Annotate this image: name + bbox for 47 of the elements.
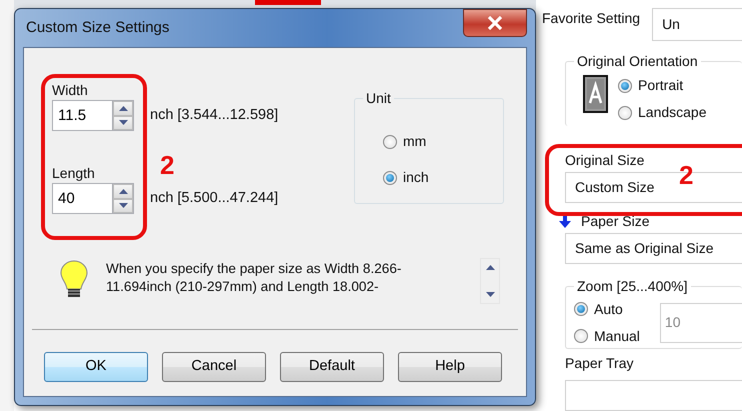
dropdown-field[interactable]: Un <box>652 8 742 41</box>
dialog-button[interactable]: Help <box>398 352 502 382</box>
dialog-button[interactable]: OK <box>44 352 148 382</box>
radio-label: Landscape <box>638 103 707 122</box>
dialog-button[interactable]: Default <box>280 352 384 382</box>
radio-label: Manual <box>594 326 640 346</box>
field-label: Paper Tray <box>565 354 634 373</box>
close-icon <box>487 16 503 30</box>
up-arrow-icon <box>486 265 494 270</box>
down-arrow-icon <box>486 292 494 297</box>
dropdown-field[interactable] <box>565 380 742 411</box>
field-label: Original Size <box>565 150 646 170</box>
number-field[interactable]: 40 <box>52 183 112 214</box>
light-bulb-icon <box>60 260 88 300</box>
close-button[interactable] <box>463 9 527 37</box>
field-label: Length <box>52 164 95 183</box>
dialog-title: Custom Size Settings <box>25 18 170 38</box>
down-arrow-icon <box>559 214 571 228</box>
portrait-page-icon <box>583 75 608 114</box>
dropdown-field[interactable]: Same as Original Size <box>565 232 742 264</box>
radio-label: Portrait <box>638 76 684 96</box>
down-arrow-icon <box>118 120 128 126</box>
radio-label: Auto <box>594 300 623 319</box>
spin-up-button[interactable] <box>113 101 133 116</box>
radio-label: inch <box>403 168 429 187</box>
up-arrow-icon <box>118 106 128 111</box>
radio-button[interactable] <box>618 106 632 120</box>
spin-down-button[interactable] <box>113 198 133 213</box>
field-label: Width <box>52 81 88 100</box>
down-arrow-icon <box>118 203 128 208</box>
radio-label: mm <box>403 132 426 151</box>
radio-button[interactable] <box>383 134 397 148</box>
spin-up-button[interactable] <box>113 184 133 198</box>
radio-button[interactable] <box>383 170 397 184</box>
radio-button[interactable] <box>618 78 632 93</box>
annotation-number: 2 <box>160 152 174 178</box>
field-label: Favorite Setting <box>542 9 640 28</box>
spin-down-button[interactable] <box>113 116 133 130</box>
up-arrow-icon <box>118 188 128 194</box>
annotation-mark <box>255 0 321 5</box>
scroll-bar[interactable] <box>480 258 500 304</box>
dialog-button[interactable]: Cancel <box>162 352 266 382</box>
range-text: nch [3.544...12.598] <box>150 106 278 125</box>
number-field[interactable]: 11.5 <box>52 100 112 131</box>
field-label: Paper Size <box>581 212 650 231</box>
tip-text: When you specify the paper size as Width 8.266- 11.694inch (210-297mm) and Length 18.002- <box>106 260 402 296</box>
range-text: nch [5.500...47.244] <box>150 188 278 208</box>
